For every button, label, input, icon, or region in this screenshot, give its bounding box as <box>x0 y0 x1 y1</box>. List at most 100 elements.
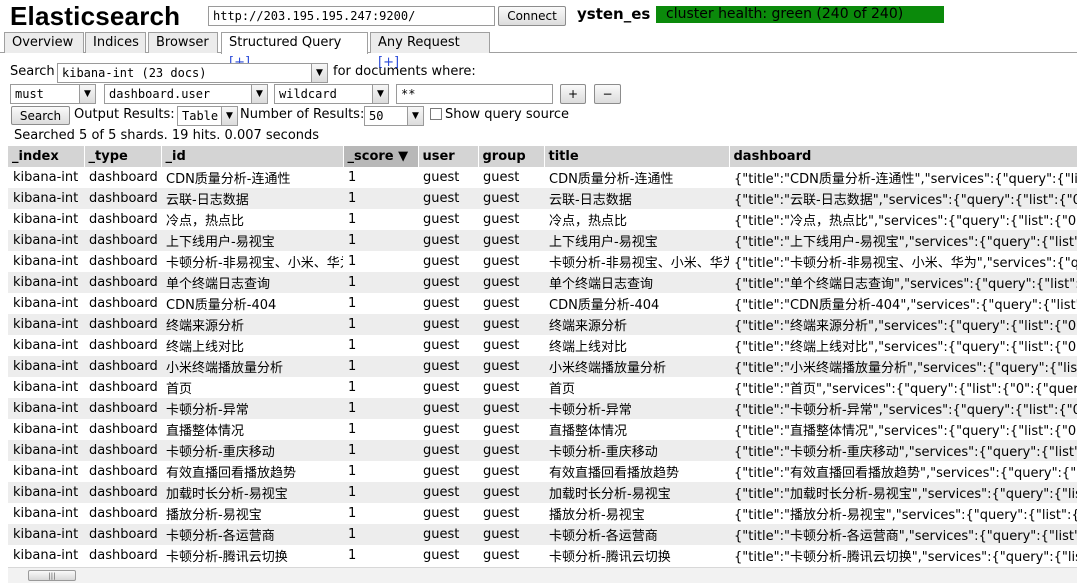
query-term-input[interactable]: ** <box>396 84 553 104</box>
column-header[interactable]: title <box>544 146 730 167</box>
table-cell: 1 <box>348 296 357 311</box>
table-cell: 1 <box>343 272 418 293</box>
table-cell: guest <box>418 356 478 377</box>
table-cell: 1 <box>343 524 418 545</box>
table-cell: 1 <box>348 422 357 437</box>
table-cell: 终端上线对比 <box>549 340 628 355</box>
table-row[interactable]: kibana-int dashboard 冷点，热点比 1 guest guest 冷点，热… <box>8 209 1077 230</box>
table-cell: 终端来源分析 <box>161 314 343 335</box>
table-row[interactable]: kibana-int dashboard 云联-日志数据 1 guest guest 云联-… <box>8 188 1077 209</box>
column-header[interactable]: group <box>478 146 545 167</box>
column-header[interactable]: dashboard <box>729 146 1077 167</box>
table-cell: 小米终端播放量分析 <box>161 356 343 377</box>
table-row[interactable]: kibana-int dashboard 终端上线对比 1 guest guest 终端上线… <box>8 335 1077 356</box>
bool-select[interactable]: must ▼ <box>10 84 96 104</box>
table-cell: 冷点，热点比 <box>549 214 628 229</box>
table-cell: guest <box>418 314 478 335</box>
results-body: kibana-int dashboard CDN质量分析-连通性 1 guest gues… <box>8 167 1077 566</box>
column-header[interactable]: _type <box>84 146 162 167</box>
table-row[interactable]: kibana-int dashboard 卡顿分析-重庆移动 1 guest guest 卡… <box>8 440 1077 461</box>
table-cell: {"title":"终端上线对比","services":{"query":{"… <box>734 340 1077 355</box>
table-cell: dashboard <box>89 170 158 185</box>
table-cell: guest <box>483 254 520 269</box>
table-row[interactable]: kibana-int dashboard 首页 1 guest guest 首页 {"titl… <box>8 377 1077 398</box>
table-cell: guest <box>423 422 460 437</box>
table-cell: kibana-int <box>13 422 79 437</box>
table-cell: {"title":"有效直播回看播放趋势","services":{"query… <box>734 466 1077 481</box>
table-cell: CDN质量分析-404 <box>166 298 277 313</box>
table-cell: 单个终端日志查询 <box>161 272 343 293</box>
tab-browser[interactable]: Browser <box>148 32 218 53</box>
field-select[interactable]: dashboard.user ▼ <box>104 84 268 104</box>
tab-structured-query[interactable]: Structured Query [+] <box>221 32 368 70</box>
table-cell: {"title":"CDN质量分析-连通性","services":{"quer… <box>734 172 1077 187</box>
table-cell: dashboard <box>89 338 158 353</box>
scroll-thumb[interactable]: ||| <box>28 570 76 581</box>
tab-indices[interactable]: Indices <box>85 32 146 53</box>
table-row[interactable]: kibana-int dashboard 卡顿分析-各运营商 1 guest guest 卡… <box>8 524 1077 545</box>
operator-select[interactable]: wildcard ▼ <box>274 84 389 104</box>
tab-overview[interactable]: Overview <box>4 32 84 53</box>
table-row[interactable]: kibana-int dashboard 加载时长分析-易视宝 1 guest guest… <box>8 482 1077 503</box>
table-row[interactable]: kibana-int dashboard CDN质量分析-连通性 1 guest gues… <box>8 167 1077 188</box>
table-cell: 加载时长分析-易视宝 <box>544 482 729 503</box>
table-row[interactable]: kibana-int dashboard 卡顿分析-腾讯云切换 1 guest guest… <box>8 545 1077 566</box>
cluster-url-input[interactable] <box>208 6 495 26</box>
table-cell: kibana-int <box>8 524 84 545</box>
search-button[interactable]: Search <box>11 106 70 125</box>
table-cell: kibana-int <box>13 296 79 311</box>
table-cell: 有效直播回看播放趋势 <box>166 466 297 481</box>
table-cell: 有效直播回看播放趋势 <box>549 466 680 481</box>
table-cell: 1 <box>348 506 357 521</box>
add-clause-button[interactable]: + <box>560 84 586 104</box>
table-cell: guest <box>478 398 544 419</box>
table-cell: 终端上线对比 <box>166 340 245 355</box>
table-row[interactable]: kibana-int dashboard 播放分析-易视宝 1 guest guest 播放… <box>8 503 1077 524</box>
table-cell: CDN质量分析-404 <box>549 298 660 313</box>
column-header[interactable]: user <box>418 146 479 167</box>
query-term-value: ** <box>401 87 416 101</box>
table-cell: 播放分析-易视宝 <box>166 508 262 523</box>
table-row[interactable]: kibana-int dashboard 小米终端播放量分析 1 guest guest 小… <box>8 356 1077 377</box>
table-row[interactable]: kibana-int dashboard 卡顿分析-异常 1 guest guest 卡顿分… <box>8 398 1077 419</box>
connect-button[interactable]: Connect <box>498 6 566 26</box>
show-query-source-checkbox[interactable] <box>430 108 442 120</box>
table-row[interactable]: kibana-int dashboard 有效直播回看播放趋势 1 guest guest… <box>8 461 1077 482</box>
table-cell: guest <box>418 440 478 461</box>
table-cell: guest <box>478 230 544 251</box>
table-cell: kibana-int <box>8 188 84 209</box>
table-row[interactable]: kibana-int dashboard 单个终端日志查询 1 guest guest 单个… <box>8 272 1077 293</box>
horizontal-scrollbar[interactable]: ||| <box>8 567 1077 583</box>
table-cell: 卡顿分析-腾讯云切换 <box>549 550 671 565</box>
table-cell: guest <box>418 398 478 419</box>
table-cell: dashboard <box>89 548 158 563</box>
tab-any-request[interactable]: Any Request [+] <box>370 32 490 70</box>
search-label: Search <box>10 64 55 79</box>
table-cell: kibana-int <box>13 380 79 395</box>
column-header[interactable]: _id <box>161 146 344 167</box>
number-of-results-select[interactable]: 50 ▼ <box>364 106 424 126</box>
tab-label: Indices <box>93 35 139 50</box>
table-row[interactable]: kibana-int dashboard 直播整体情况 1 guest guest 直播整体… <box>8 419 1077 440</box>
table-cell: 直播整体情况 <box>549 424 628 439</box>
table-cell: guest <box>483 380 520 395</box>
table-row[interactable]: kibana-int dashboard 终端来源分析 1 guest guest 终端来源… <box>8 314 1077 335</box>
table-cell: guest <box>423 212 460 227</box>
table-cell: 1 <box>343 440 418 461</box>
table-cell: guest <box>423 170 460 185</box>
table-cell: {"title":"上下线用户-易视宝","services":{"query"… <box>729 230 1077 251</box>
output-select[interactable]: Table ▼ <box>177 106 238 126</box>
table-row[interactable]: kibana-int dashboard 卡顿分析-非易视宝、小米、华为 1 guest… <box>8 251 1077 272</box>
table-cell: guest <box>483 548 520 563</box>
table-row[interactable]: kibana-int dashboard CDN质量分析-404 1 guest gues… <box>8 293 1077 314</box>
table-cell: dashboard <box>89 296 158 311</box>
table-cell: dashboard <box>89 422 158 437</box>
table-cell: 1 <box>348 380 357 395</box>
table-cell: kibana-int <box>13 506 79 521</box>
remove-clause-button[interactable]: − <box>594 84 621 104</box>
table-cell: 1 <box>348 254 357 269</box>
column-header[interactable]: _index <box>8 146 85 167</box>
index-select[interactable]: kibana-int (23 docs) ▼ <box>57 63 328 83</box>
table-row[interactable]: kibana-int dashboard 上下线用户-易视宝 1 guest guest 上… <box>8 230 1077 251</box>
column-header-sorted[interactable]: _score ▼ <box>343 146 419 167</box>
